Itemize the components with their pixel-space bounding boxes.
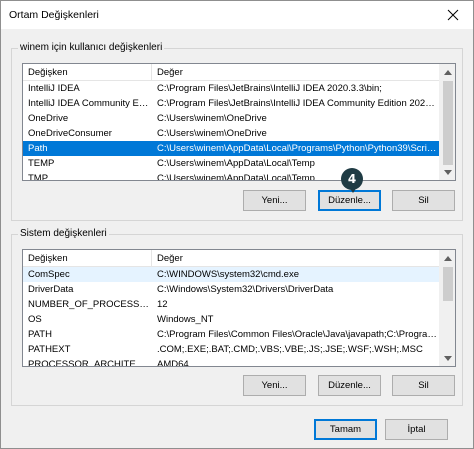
chevron-down-icon <box>444 355 452 361</box>
user-variable-row[interactable]: TMP C:\Users\winem\AppData\Local\Temp <box>23 171 439 180</box>
system-variable-row[interactable]: PATH C:\Program Files\Common Files\Oracle… <box>23 327 439 342</box>
variable-value: C:\Program Files\JetBrains\IntelliJ IDEA… <box>157 83 382 94</box>
scrollbar-thumb[interactable] <box>443 267 453 301</box>
variable-value: C:\Users\winem\AppData\Local\Temp <box>157 173 315 180</box>
chevron-up-icon <box>444 69 452 75</box>
system-variable-row[interactable]: ComSpec C:\WINDOWS\system32\cmd.exe <box>23 267 439 282</box>
environment-variables-dialog: Ortam Değişkenleri winem için kullanıcı … <box>0 0 474 449</box>
variable-name: PROCESSOR_ARCHITECTURE <box>28 359 151 366</box>
step-annotation-pointer <box>349 187 357 193</box>
column-header-variable[interactable]: Değişken <box>23 250 68 267</box>
scroll-up-button[interactable] <box>440 250 455 266</box>
title-bar: Ortam Değişkenleri <box>1 1 473 29</box>
user-variable-row[interactable]: OneDriveConsumer C:\Users\winem\OneDrive <box>23 126 439 141</box>
system-delete-button[interactable]: Sil <box>392 375 455 396</box>
ok-button[interactable]: Tamam <box>314 419 377 440</box>
system-variables-list[interactable]: Değişken Değer ComSpec C:\WINDOWS\system3… <box>22 249 456 367</box>
variable-value: C:\Users\winem\OneDrive <box>157 128 267 139</box>
system-variable-row[interactable]: PATHEXT .COM;.EXE;.BAT;.CMD;.VBS;.VBE;.JS… <box>23 342 439 357</box>
variable-name: IntelliJ IDEA <box>28 83 80 94</box>
scroll-down-button[interactable] <box>440 350 455 366</box>
variable-name: PATHEXT <box>28 344 71 355</box>
variable-value: AMD64 <box>157 359 189 366</box>
system-variable-row[interactable]: DriverData C:\Windows\System32\Drivers\Dr… <box>23 282 439 297</box>
user-variables-header: Değişken Değer <box>23 64 439 81</box>
user-variable-row[interactable]: Path C:\Users\winem\AppData\Local\Program… <box>23 141 439 156</box>
variable-value: C:\Users\winem\AppData\Local\Programs\Py… <box>157 143 437 154</box>
system-variable-row[interactable]: OS Windows_NT <box>23 312 439 327</box>
variable-value: C:\Windows\System32\Drivers\DriverData <box>157 284 334 295</box>
variable-value: .COM;.EXE;.BAT;.CMD;.VBS;.VBE;.JS;.JSE;.… <box>157 344 423 355</box>
system-variable-row[interactable]: NUMBER_OF_PROCESSORS 12 <box>23 297 439 312</box>
system-edit-button[interactable]: Düzenle... <box>318 375 381 396</box>
system-new-button[interactable]: Yeni... <box>243 375 306 396</box>
variable-value: C:\Users\winem\OneDrive <box>157 113 267 124</box>
variable-value: Windows_NT <box>157 314 214 325</box>
user-new-button[interactable]: Yeni... <box>243 190 306 211</box>
variable-name: Path <box>28 143 48 154</box>
variable-value: 12 <box>157 299 168 310</box>
variable-value: C:\Users\winem\AppData\Local\Temp <box>157 158 315 169</box>
variable-value: C:\Program Files\Common Files\Oracle\Jav… <box>157 329 437 340</box>
chevron-down-icon <box>444 169 452 175</box>
system-variables-rows: ComSpec C:\WINDOWS\system32\cmd.exe Driver… <box>23 267 439 366</box>
variable-value: C:\WINDOWS\system32\cmd.exe <box>157 269 299 280</box>
user-variables-rows: IntelliJ IDEA C:\Program Files\JetBrains\… <box>23 81 439 180</box>
scrollbar-thumb[interactable] <box>443 81 453 165</box>
system-variables-header: Değişken Değer <box>23 250 439 267</box>
system-variable-row[interactable]: PROCESSOR_ARCHITECTURE AMD64 <box>23 357 439 366</box>
close-icon <box>447 9 459 21</box>
variable-name: ComSpec <box>28 269 70 280</box>
system-variables-scrollbar[interactable] <box>439 250 455 366</box>
column-header-value[interactable]: Değer <box>152 64 183 81</box>
column-header-variable[interactable]: Değişken <box>23 64 68 81</box>
user-variable-row[interactable]: TEMP C:\Users\winem\AppData\Local\Temp <box>23 156 439 171</box>
variable-name: NUMBER_OF_PROCESSORS <box>28 299 151 310</box>
variable-name: OneDrive <box>28 113 69 124</box>
user-variables-scrollbar[interactable] <box>439 64 455 180</box>
scroll-down-button[interactable] <box>440 164 455 180</box>
system-variables-label: Sistem değişkenleri <box>18 228 109 239</box>
window-title: Ortam Değişkenleri <box>9 9 99 21</box>
variable-value: C:\Program Files\JetBrains\IntelliJ IDEA… <box>157 98 437 109</box>
column-header-value[interactable]: Değer <box>152 250 183 267</box>
user-variable-row[interactable]: IntelliJ IDEA C:\Program Files\JetBrains\… <box>23 81 439 96</box>
user-variables-label: winem için kullanıcı değişkenleri <box>18 42 165 53</box>
chevron-up-icon <box>444 255 452 261</box>
variable-name: OS <box>28 314 42 325</box>
variable-name: IntelliJ IDEA Community Editi... <box>28 98 151 109</box>
scroll-up-button[interactable] <box>440 64 455 80</box>
user-variable-row[interactable]: OneDrive C:\Users\winem\OneDrive <box>23 111 439 126</box>
cancel-button[interactable]: İptal <box>385 419 448 440</box>
user-delete-button[interactable]: Sil <box>392 190 455 211</box>
user-variables-list[interactable]: Değişken Değer IntelliJ IDEA C:\Program F… <box>22 63 456 181</box>
variable-name: TMP <box>28 173 49 180</box>
variable-name: OneDriveConsumer <box>28 128 112 139</box>
variable-name: DriverData <box>28 284 74 295</box>
variable-name: PATH <box>28 329 52 340</box>
variable-name: TEMP <box>28 158 55 169</box>
user-edit-button[interactable]: Düzenle... <box>318 190 381 211</box>
close-button[interactable] <box>439 4 467 26</box>
user-variable-row[interactable]: IntelliJ IDEA Community Editi... C:\Progr… <box>23 96 439 111</box>
